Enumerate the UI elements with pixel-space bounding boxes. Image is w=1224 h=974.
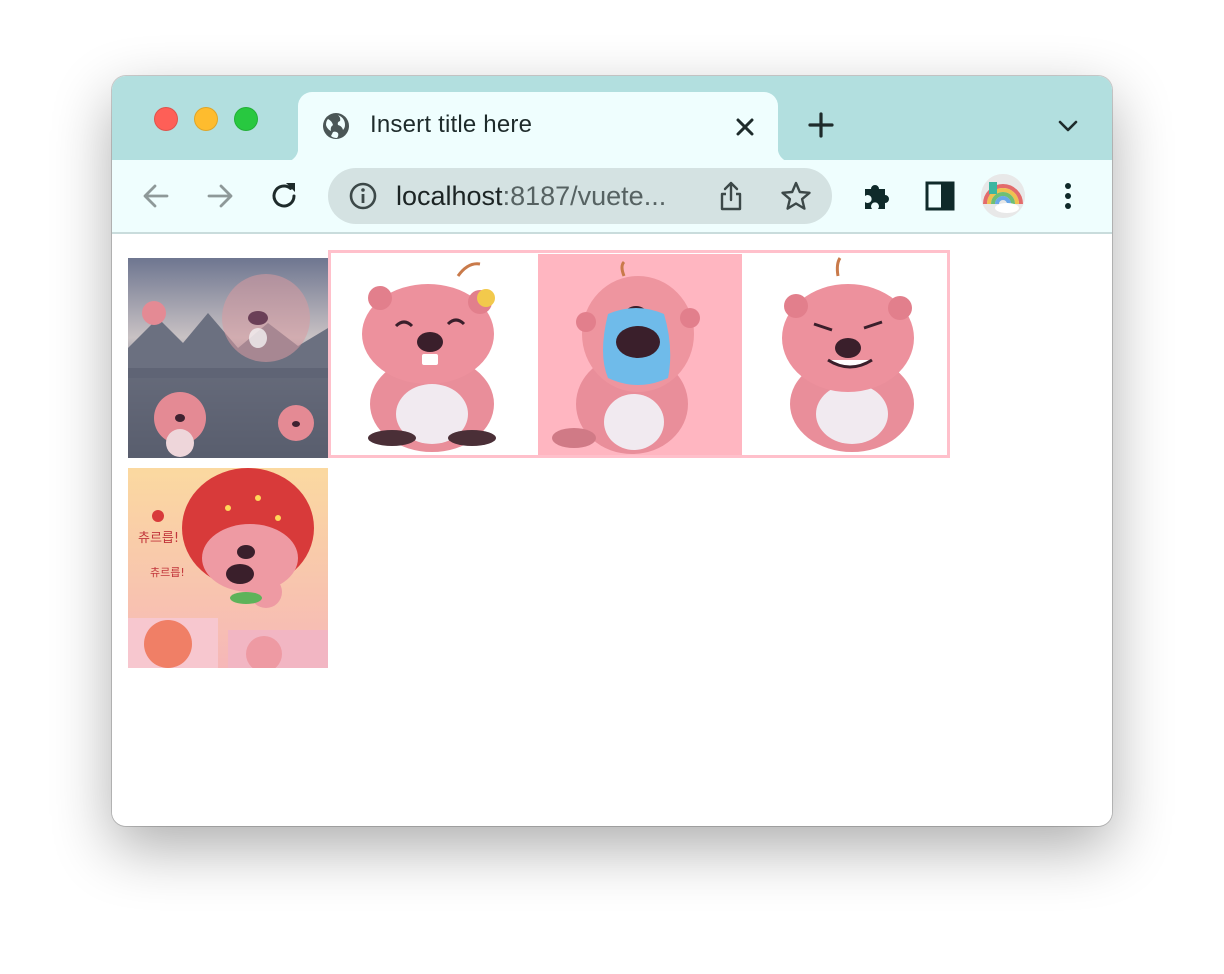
puzzle-icon[interactable] (859, 179, 893, 213)
gallery-image-4[interactable] (748, 254, 948, 454)
gallery-image-5[interactable]: 츄르릅! 츄르릅! (128, 468, 328, 668)
profile-avatar[interactable] (981, 174, 1025, 218)
maximize-window-button[interactable] (234, 107, 258, 131)
url-text[interactable]: localhost:8187/vuete... (396, 181, 666, 212)
kebab-menu-icon[interactable] (1051, 179, 1085, 213)
info-icon[interactable] (348, 181, 378, 211)
gallery-image-2[interactable] (332, 254, 532, 454)
address-bar[interactable]: localhost:8187/vuete... (328, 168, 832, 224)
star-icon[interactable] (780, 180, 812, 212)
share-icon[interactable] (716, 180, 746, 212)
close-icon[interactable] (732, 114, 758, 140)
toolbar: localhost:8187/vuete... (112, 160, 1112, 234)
gallery-image-3[interactable] (538, 254, 742, 456)
plus-icon[interactable] (806, 110, 836, 140)
globe-icon (323, 113, 349, 139)
tab-title: Insert title here (370, 111, 533, 138)
gallery-image-1[interactable] (128, 258, 328, 458)
poster-text-1: 츄르릅! (138, 531, 179, 546)
side-panel-icon[interactable] (923, 179, 957, 213)
back-arrow-icon[interactable] (139, 179, 173, 213)
close-window-button[interactable] (154, 107, 178, 131)
poster-text-2: 츄르릅! (150, 566, 185, 579)
page-content: 츄르릅! 츄르릅! (112, 234, 1112, 826)
tab-strip: Insert title here (112, 76, 1112, 162)
forward-arrow-icon[interactable] (203, 179, 237, 213)
minimize-window-button[interactable] (194, 107, 218, 131)
chevron-down-icon[interactable] (1056, 114, 1080, 138)
url-path: :8187/vuete... (502, 181, 667, 211)
browser-window: Insert title here localhost:8187/vuete..… (112, 76, 1112, 826)
active-tab[interactable]: Insert title here (284, 92, 792, 162)
url-host: localhost (396, 181, 503, 211)
reload-icon[interactable] (267, 179, 301, 213)
